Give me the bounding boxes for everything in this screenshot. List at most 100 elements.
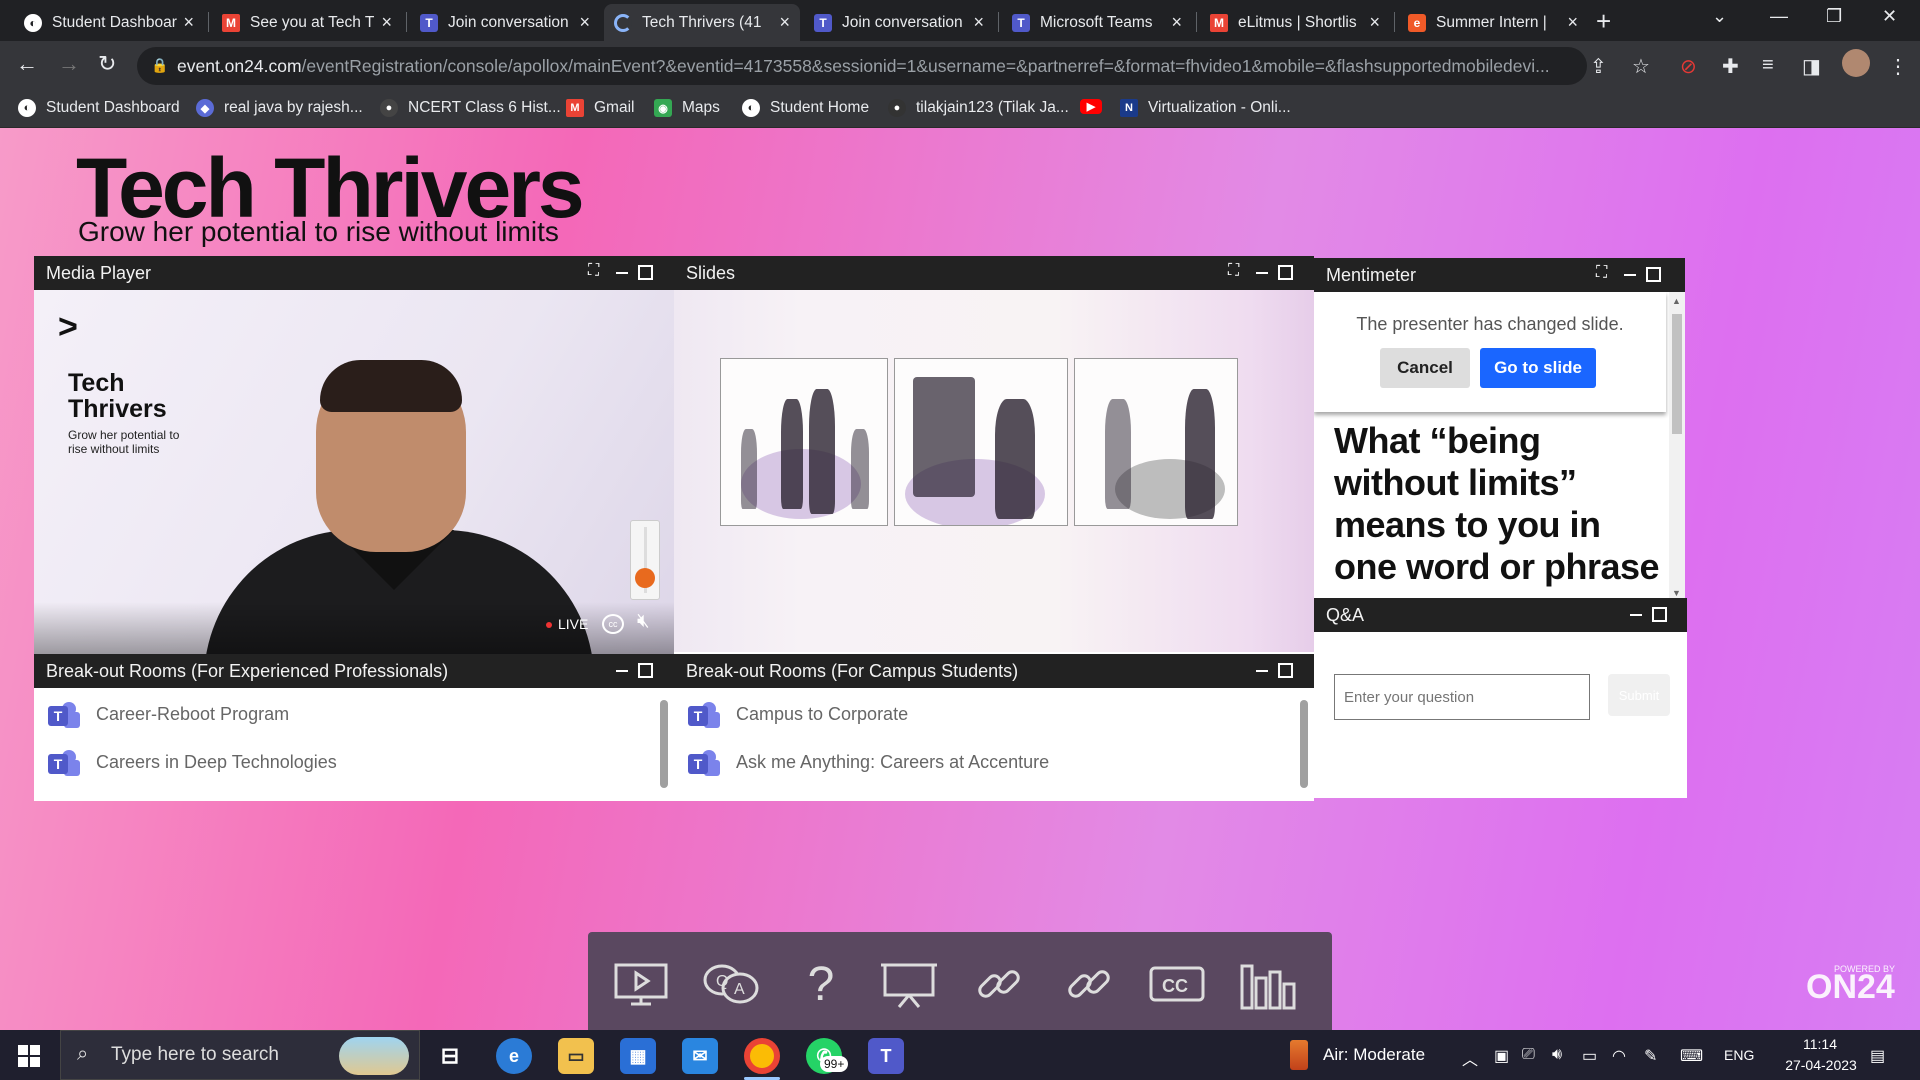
bookmark-maps[interactable]: ◉ Maps xyxy=(654,99,720,117)
meet-now-icon[interactable]: ▣ xyxy=(1494,1046,1509,1066)
minimize-icon[interactable] xyxy=(1630,614,1642,616)
tab-summer-intern[interactable]: e Summer Intern | × xyxy=(1398,4,1588,41)
reload-button[interactable]: ↻ xyxy=(98,51,116,77)
video-stream[interactable]: > Tech Thrivers Grow her potential to ri… xyxy=(34,290,674,654)
tab-search-icon[interactable]: ⌄ xyxy=(1712,6,1727,27)
profile-avatar[interactable] xyxy=(1842,49,1870,77)
close-tab-icon[interactable]: × xyxy=(183,12,194,33)
show-hidden-icons-icon[interactable]: ︿ xyxy=(1462,1046,1478,1070)
volume-icon[interactable]: 🔊︎ xyxy=(1552,1046,1562,1064)
new-tab-button[interactable]: + xyxy=(1596,6,1611,37)
maximize-icon[interactable] xyxy=(638,265,653,280)
fullscreen-icon[interactable]: ⛶ xyxy=(1228,262,1239,280)
tab-microsoft-teams[interactable]: T Microsoft Teams × xyxy=(1002,4,1192,41)
file-explorer-icon[interactable]: ▭ xyxy=(558,1038,594,1074)
question-input[interactable] xyxy=(1334,674,1590,720)
close-tab-icon[interactable]: × xyxy=(1567,12,1578,33)
link-icon[interactable] xyxy=(970,958,1028,1010)
clock-date[interactable]: 27-04-2023 xyxy=(1776,1057,1866,1073)
tab-join-conversation-2[interactable]: T Join conversation × xyxy=(804,4,994,41)
close-tab-icon[interactable]: × xyxy=(1369,12,1380,33)
extension-icon[interactable]: ⊘ xyxy=(1680,54,1697,79)
address-bar[interactable]: 🔒 event.on24.com/eventRegistration/conso… xyxy=(137,47,1587,85)
mute-icon[interactable]: 🔇︎ xyxy=(637,610,650,633)
go-to-slide-button[interactable]: Go to slide xyxy=(1480,348,1596,388)
tab-see-you-at-tech[interactable]: M See you at Tech T × xyxy=(212,4,402,41)
close-window-button[interactable]: ✕ xyxy=(1882,6,1897,27)
notifications-icon[interactable]: ▤ xyxy=(1870,1046,1885,1066)
restore-window-button[interactable]: ❐ xyxy=(1826,6,1842,27)
chrome-app-icon[interactable] xyxy=(744,1038,780,1074)
mail-icon[interactable]: ✉ xyxy=(682,1038,718,1074)
slides-icon[interactable] xyxy=(880,958,938,1010)
tab-tech-thrivers[interactable]: Tech Thrivers (41 × xyxy=(604,4,800,41)
list-item[interactable]: T Career-Reboot Program xyxy=(48,700,289,728)
lock-icon[interactable]: 🔒 xyxy=(151,57,168,74)
close-tab-icon[interactable]: × xyxy=(1171,12,1182,33)
bookmark-virtualization[interactable]: N Virtualization - Onli... xyxy=(1120,99,1291,117)
minimize-icon[interactable] xyxy=(1624,274,1636,276)
tab-student-dashboard[interactable]: ◐ Student Dashboard × xyxy=(14,4,204,41)
close-tab-icon[interactable]: × xyxy=(779,12,790,33)
extensions-puzzle-icon[interactable]: ✚ xyxy=(1722,54,1739,79)
list-item[interactable]: T Ask me Anything: Careers at Accenture xyxy=(688,748,1049,776)
wifi-icon[interactable]: ◠ xyxy=(1612,1046,1626,1066)
scrollbar[interactable]: ▲ ▼ xyxy=(1669,292,1685,602)
air-quality-label[interactable]: Air: Moderate xyxy=(1323,1045,1425,1065)
bookmark-student-home[interactable]: ◐ Student Home xyxy=(742,99,869,117)
help-icon[interactable]: ? xyxy=(792,958,850,1011)
bookmark-real-java[interactable]: ◆ real java by rajesh... xyxy=(196,99,363,117)
maximize-icon[interactable] xyxy=(638,663,653,678)
cancel-button[interactable]: Cancel xyxy=(1380,348,1470,388)
scrollbar[interactable] xyxy=(660,700,668,788)
tab-join-conversation-1[interactable]: T Join conversation × xyxy=(410,4,600,41)
closed-captions-icon[interactable]: CC xyxy=(1148,958,1206,1010)
battery-icon[interactable]: ▭ xyxy=(1582,1046,1597,1066)
minimize-icon[interactable] xyxy=(1256,670,1268,672)
screen-icon[interactable]: ⎚ xyxy=(1522,1046,1535,1064)
language-indicator[interactable]: ENG xyxy=(1724,1047,1754,1063)
slide-view[interactable] xyxy=(674,290,1314,652)
submit-button[interactable]: Submit xyxy=(1608,674,1670,716)
clock-time[interactable]: 11:14 xyxy=(1790,1036,1850,1052)
minimize-icon[interactable] xyxy=(616,272,628,274)
store-icon[interactable]: ▦ xyxy=(620,1038,656,1074)
scrollbar-thumb[interactable] xyxy=(1672,314,1682,434)
share-icon[interactable]: ⇪ xyxy=(1590,54,1607,79)
scroll-down-icon[interactable]: ▼ xyxy=(1672,588,1681,598)
bookmark-gmail[interactable]: M Gmail xyxy=(566,99,634,117)
teams-app-icon[interactable]: T xyxy=(868,1038,904,1074)
forward-button[interactable]: → xyxy=(58,51,80,77)
scroll-up-icon[interactable]: ▲ xyxy=(1672,296,1681,306)
edge-browser-icon[interactable]: e xyxy=(496,1038,532,1074)
close-tab-icon[interactable]: × xyxy=(579,12,590,33)
fullscreen-icon[interactable]: ⛶ xyxy=(588,262,599,280)
maximize-icon[interactable] xyxy=(1278,663,1293,678)
scrollbar[interactable] xyxy=(1300,700,1308,788)
list-item[interactable]: T Campus to Corporate xyxy=(688,700,908,728)
media-player-icon[interactable] xyxy=(612,958,670,1010)
poll-chart-icon[interactable] xyxy=(1238,958,1296,1010)
volume-knob[interactable] xyxy=(635,568,655,589)
closed-captions-icon[interactable]: cc xyxy=(602,614,624,634)
volume-slider[interactable] xyxy=(630,520,660,600)
maximize-icon[interactable] xyxy=(1646,267,1661,282)
bookmark-star-icon[interactable]: ☆ xyxy=(1632,54,1650,79)
media-control-icon[interactable]: ≡ xyxy=(1762,54,1774,77)
list-item[interactable]: T Careers in Deep Technologies xyxy=(48,748,337,776)
minimize-icon[interactable] xyxy=(616,670,628,672)
back-button[interactable]: ← xyxy=(16,51,38,77)
maximize-icon[interactable] xyxy=(1652,607,1667,622)
tab-elitmus[interactable]: M eLitmus | Shortlis × xyxy=(1200,4,1390,41)
menu-icon[interactable]: ⋮ xyxy=(1888,54,1908,79)
side-panel-icon[interactable]: ◨ xyxy=(1802,54,1821,79)
fullscreen-icon[interactable]: ⛶ xyxy=(1596,264,1607,282)
windows-start-icon[interactable] xyxy=(18,1045,40,1067)
close-tab-icon[interactable]: × xyxy=(973,12,984,33)
bookmark-github[interactable]: ● tilakjain123 (Tilak Ja... xyxy=(888,99,1069,117)
minimize-window-button[interactable]: — xyxy=(1770,6,1788,27)
task-view-icon[interactable]: ⊟ xyxy=(432,1038,468,1074)
pen-icon[interactable]: ✎ xyxy=(1644,1046,1657,1066)
close-tab-icon[interactable]: × xyxy=(381,12,392,33)
q-and-a-icon[interactable]: QA xyxy=(702,958,760,1010)
